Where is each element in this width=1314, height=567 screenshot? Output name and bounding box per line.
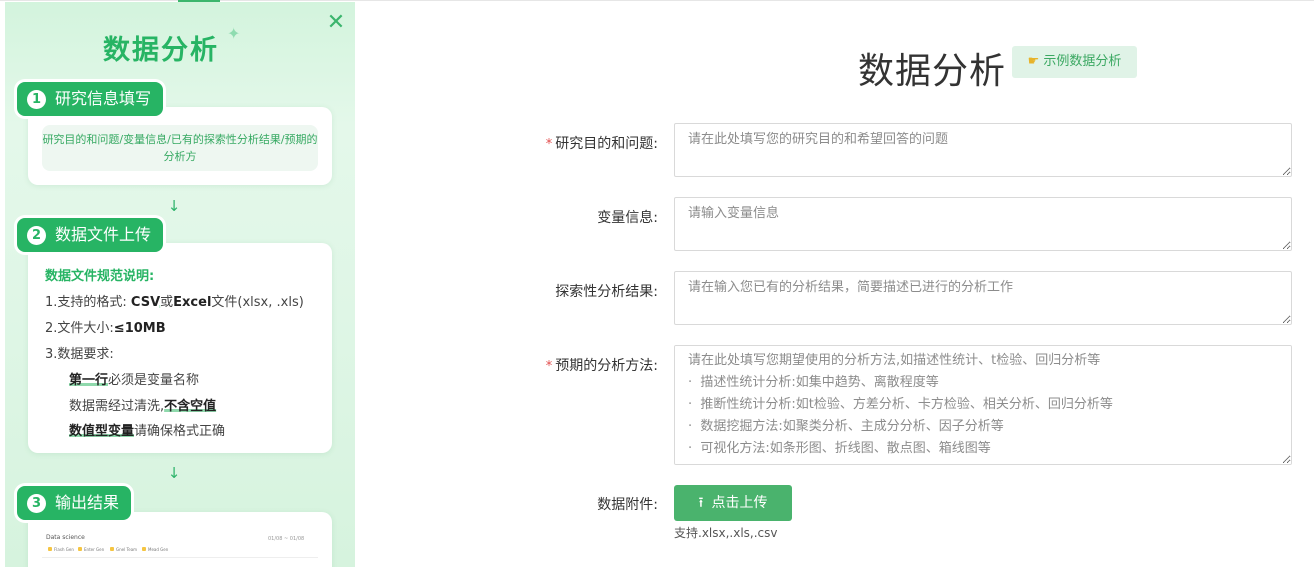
close-icon[interactable]: ✕ — [325, 12, 347, 34]
step2-tab: 2 数据文件上传 — [17, 218, 164, 252]
attachment-label: 数据附件: — [597, 497, 658, 513]
step3-label: 输出结果 — [55, 493, 120, 512]
spec-req-clean: 数据需经过清洗,不含空值 — [69, 399, 217, 414]
upload-hint: 支持.xlsx,.xls,.csv — [674, 526, 778, 540]
step1-card: 研究目的和问题/变量信息/已有的探索性分析结果/预期的分析方 — [28, 107, 332, 185]
page-title: 数据分析 — [858, 51, 1007, 92]
step2-card: 数据文件规范说明: 1.支持的格式: CSV或Excel文件(xlsx, .xl… — [28, 243, 332, 453]
upload-icon: ⭱ — [698, 495, 704, 511]
guide-sidebar: ✕ 数据分析 ✦ 研究目的和问题/变量信息/已有的探索性分析结果/预期的分析方 … — [5, 2, 355, 567]
spec-size: 2.文件大小:≤10MB — [45, 321, 166, 336]
pointing-hand-icon: ☛ — [1027, 54, 1040, 69]
exploratory-result-label: 探索性分析结果: — [555, 284, 658, 300]
upload-button[interactable]: ⭱ 点击上传 — [674, 485, 792, 521]
preview-pill: Gnel Team — [110, 547, 137, 552]
step2-number: 2 — [27, 225, 46, 245]
page: ✕ 数据分析 ✦ 研究目的和问题/变量信息/已有的探索性分析结果/预期的分析方 … — [0, 0, 1314, 567]
preview-divider — [42, 557, 318, 558]
step1-label: 研究信息填写 — [55, 89, 152, 108]
preview-pill: Enter Gen — [78, 547, 104, 552]
step2-label: 数据文件上传 — [55, 225, 152, 244]
exploratory-result-input[interactable] — [674, 271, 1292, 325]
preview-pill: Mead Gen — [142, 547, 168, 552]
spec-req-header: 第一行必须是变量名称 — [69, 373, 200, 388]
arrow-down-icon: ↓ — [167, 197, 181, 215]
spec-format: 1.支持的格式: CSV或Excel文件(xlsx, .xls) — [45, 295, 304, 310]
research-question-input[interactable] — [674, 123, 1292, 177]
preview-title: Data science — [46, 534, 85, 541]
step1-number: 1 — [27, 89, 46, 109]
analysis-method-label: * 预期的分析方法: — [545, 358, 658, 374]
step3-number: 3 — [27, 493, 46, 513]
sidebar-title: 数据分析 — [103, 35, 219, 66]
variable-info-input[interactable] — [674, 197, 1292, 251]
step1-description: 研究目的和问题/变量信息/已有的探索性分析结果/预期的分析方 — [42, 125, 318, 171]
preview-pill: Flash Gen — [48, 547, 74, 552]
spec-title: 数据文件规范说明: — [45, 269, 155, 284]
step1-tab: 1 研究信息填写 — [17, 82, 164, 116]
required-mark: * — [545, 137, 553, 152]
required-mark: * — [545, 359, 553, 374]
arrow-down-icon: ↓ — [167, 464, 181, 482]
spec-requirements: 3.数据要求: — [45, 347, 114, 362]
sparkle-icon: ✦ — [227, 24, 241, 43]
analysis-method-input[interactable] — [674, 345, 1292, 465]
research-question-label: * 研究目的和问题: — [545, 136, 658, 152]
preview-date: 01/08 ~ 01/08 — [268, 536, 305, 542]
step3-tab: 3 输出结果 — [17, 486, 132, 520]
example-analysis-button[interactable]: ☛ 示例数据分析 — [1012, 46, 1137, 78]
spec-req-numeric: 数值型变量请确保格式正确 — [69, 424, 226, 439]
step3-card: Data science 01/08 ~ 01/08 Flash Gen Ent… — [28, 512, 332, 567]
variable-info-label: 变量信息: — [597, 210, 658, 226]
